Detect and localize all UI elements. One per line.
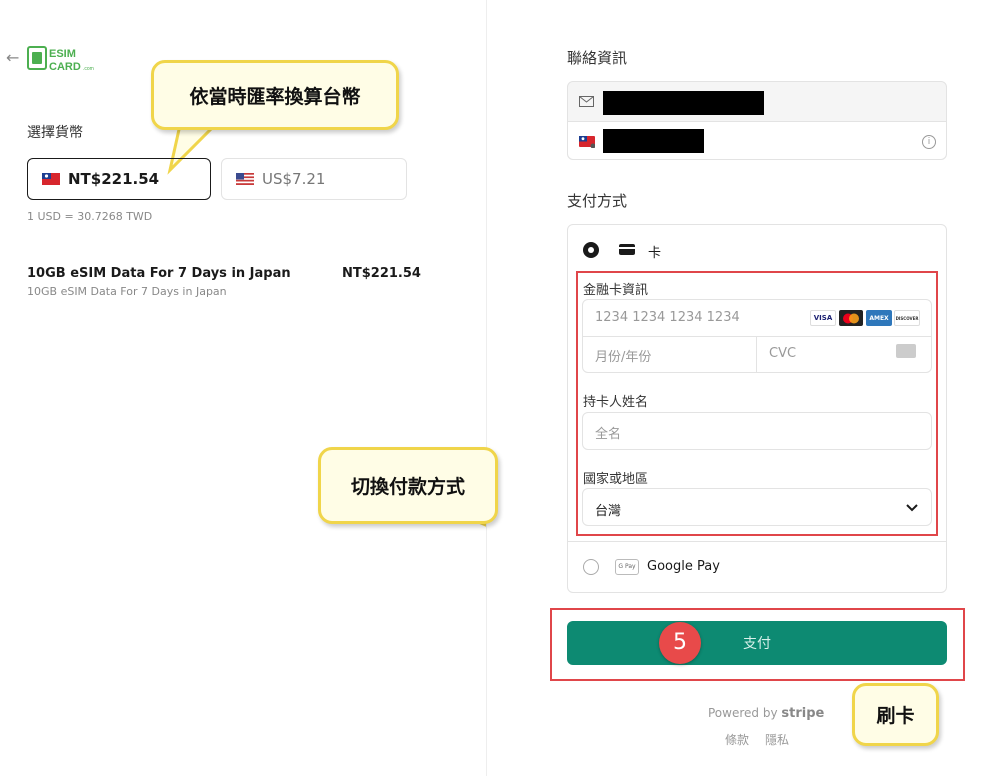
currency-twd-label: NT$221.54 bbox=[68, 170, 160, 188]
powered-by-text: Powered by bbox=[708, 706, 778, 720]
mastercard-icon bbox=[839, 310, 863, 326]
visa-icon: VISA bbox=[810, 310, 836, 326]
powered-by-stripe[interactable]: Powered by stripe bbox=[708, 706, 824, 721]
credit-card-icon bbox=[619, 244, 635, 255]
google-pay-icon: G Pay bbox=[615, 559, 639, 575]
google-pay-radio[interactable] bbox=[583, 559, 599, 575]
card-group-divider-h bbox=[583, 336, 931, 337]
us-flag-icon bbox=[236, 173, 254, 185]
cardholder-placeholder: 全名 bbox=[595, 427, 622, 442]
info-icon[interactable]: i bbox=[922, 135, 936, 149]
cardholder-input[interactable] bbox=[582, 412, 932, 450]
cvc-card-icon bbox=[896, 344, 916, 358]
taiwan-flag-icon-small[interactable] bbox=[579, 136, 595, 148]
discover-icon: DISCOVER bbox=[894, 310, 920, 326]
country-value: 台灣 bbox=[595, 504, 622, 519]
pay-button[interactable]: 支付 bbox=[567, 621, 947, 665]
logo-text-2: CARD bbox=[49, 61, 81, 73]
currency-twd-button[interactable]: NT$221.54 bbox=[27, 158, 211, 200]
callout-switch-payment: 切換付款方式 bbox=[318, 447, 498, 524]
email-redacted[interactable] bbox=[603, 91, 764, 115]
amex-icon: AMEX bbox=[866, 310, 892, 326]
callout-rate-conversion: 依當時匯率換算台幣 bbox=[151, 60, 399, 130]
cardholder-label: 持卡人姓名 bbox=[583, 395, 649, 410]
google-pay-label: Google Pay bbox=[647, 559, 720, 574]
card-info-label: 金融卡資訊 bbox=[583, 283, 649, 298]
card-number-input[interactable]: 1234 1234 1234 1234 bbox=[595, 310, 740, 325]
back-arrow-icon[interactable]: ← bbox=[6, 48, 19, 67]
card-group-divider-v bbox=[756, 337, 757, 372]
item-price: NT$221.54 bbox=[342, 266, 421, 281]
pay-button-label: 支付 bbox=[743, 636, 771, 652]
payment-method-heading: 支付方式 bbox=[567, 192, 628, 210]
country-select[interactable] bbox=[582, 488, 932, 526]
currency-usd-label: US$7.21 bbox=[262, 170, 326, 188]
currency-section-label: 選擇貨幣 bbox=[27, 125, 83, 141]
exchange-rate-note: 1 USD = 30.7268 TWD bbox=[27, 210, 153, 223]
stripe-wordmark: stripe bbox=[781, 706, 825, 721]
item-name: 10GB eSIM Data For 7 Days in Japan bbox=[27, 266, 291, 281]
privacy-link[interactable]: 隱私 bbox=[765, 731, 789, 748]
contact-divider bbox=[568, 121, 946, 122]
esimcard-logo: ESIM CARD .com bbox=[27, 43, 99, 73]
card-radio-selected[interactable] bbox=[583, 242, 599, 258]
terms-link[interactable]: 條款 bbox=[725, 731, 749, 748]
step-number-badge: 5 bbox=[659, 622, 701, 664]
expiry-input[interactable]: 月份/年份 bbox=[595, 346, 651, 365]
contact-heading: 聯絡資訊 bbox=[567, 49, 628, 67]
logo-text-3: .com bbox=[83, 66, 94, 72]
logo-text-1: ESIM bbox=[49, 48, 76, 60]
card-option-label: 卡 bbox=[648, 246, 662, 261]
google-pay-divider bbox=[568, 541, 946, 542]
currency-usd-button[interactable]: US$7.21 bbox=[221, 158, 407, 200]
taiwan-flag-icon bbox=[42, 173, 60, 185]
callout-swipe-card: 刷卡 bbox=[852, 683, 939, 746]
item-description: 10GB eSIM Data For 7 Days in Japan bbox=[27, 285, 227, 298]
cvc-input[interactable]: CVC bbox=[769, 346, 796, 361]
mail-icon bbox=[579, 96, 594, 107]
phone-redacted[interactable] bbox=[603, 129, 704, 153]
country-label: 國家或地區 bbox=[583, 472, 649, 487]
chevron-down-icon bbox=[906, 504, 918, 512]
